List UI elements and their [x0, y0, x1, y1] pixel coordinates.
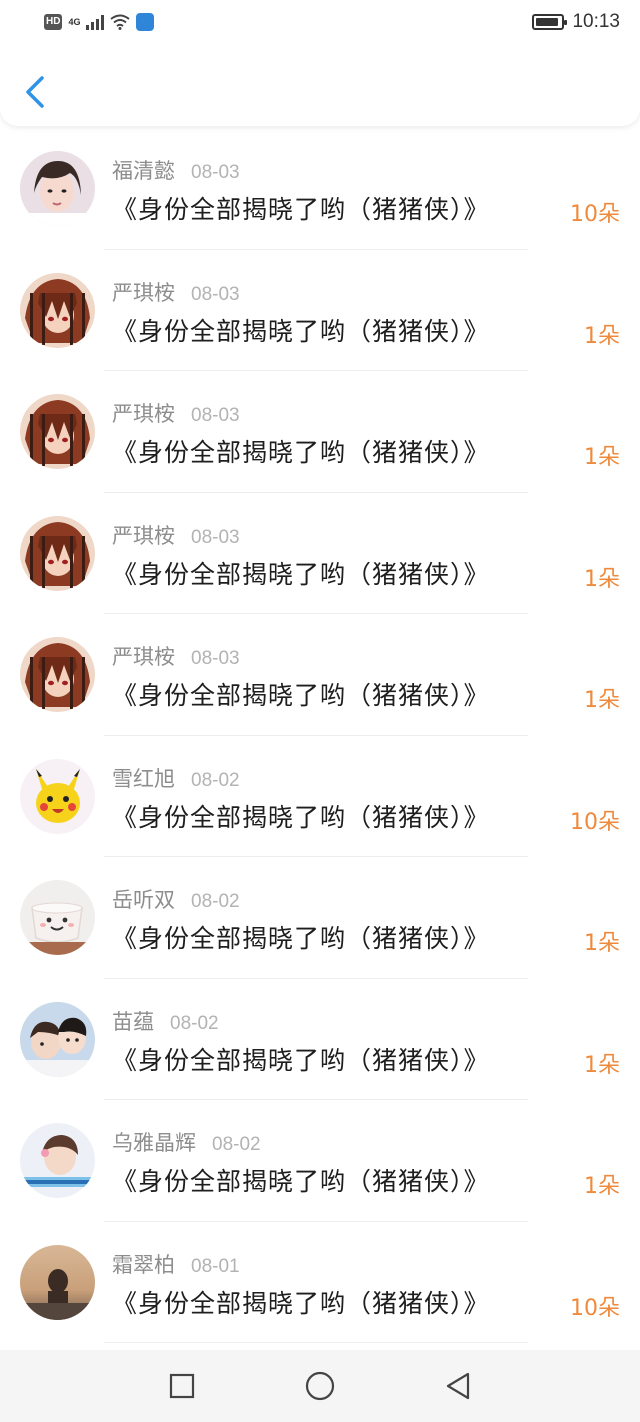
avatar[interactable] [20, 151, 95, 226]
user-name: 雪红旭 [112, 766, 175, 791]
flower-amount: 1朵 [584, 688, 620, 713]
triangle-back-icon [446, 1372, 470, 1400]
record-date: 08-03 [191, 162, 240, 183]
work-title: 《身份全部揭晓了哟（猪猪侠）》 [112, 924, 490, 953]
record-date: 08-02 [191, 891, 240, 912]
list-item[interactable]: 霜翠柏 08-01 《身份全部揭晓了哟（猪猪侠）》 10朵 [0, 1222, 640, 1343]
avatar[interactable] [20, 515, 95, 591]
list-item[interactable]: 严琪桉 08-03 《身份全部揭晓了哟（猪猪侠）》 1朵 [0, 614, 640, 736]
record-date: 08-01 [191, 1255, 240, 1277]
list-item[interactable]: 乌雅晶辉 08-02 《身份全部揭晓了哟（猪猪侠）》 1朵 [0, 1100, 640, 1222]
circle-icon [305, 1371, 335, 1401]
list-item[interactable]: 福清懿 08-03 《身份全部揭晓了哟（猪猪侠）》 10朵 [0, 128, 640, 250]
work-title: 《身份全部揭晓了哟（猪猪侠）》 [112, 802, 490, 832]
avatar[interactable] [20, 1001, 95, 1077]
flower-amount: 1朵 [584, 323, 620, 349]
back-button[interactable] [18, 72, 52, 112]
record-date: 08-02 [191, 769, 240, 791]
avatar[interactable] [20, 880, 95, 955]
work-title: 《身份全部揭晓了哟（猪猪侠）》 [112, 316, 490, 346]
app-notification-icon [136, 13, 155, 31]
flower-amount: 1朵 [584, 931, 620, 956]
avatar[interactable] [20, 1244, 95, 1320]
list-item[interactable]: 严琪桉 08-03 《身份全部揭晓了哟（猪猪侠）》 1朵 [0, 493, 640, 614]
user-meta: 严琪桉 08-03 [112, 641, 240, 671]
network-type: 4G [68, 16, 81, 27]
gift-record-list: 福清懿 08-03 《身份全部揭晓了哟（猪猪侠）》 10朵 严琪桉 08-03 … [0, 128, 640, 1343]
battery-level [536, 18, 559, 26]
user-meta: 岳听双 08-02 [112, 884, 240, 914]
chevron-left-icon [26, 76, 44, 108]
battery-icon [532, 14, 568, 30]
user-meta: 严琪桉 08-03 [112, 277, 240, 307]
status-bar: HD 4G 10:13 [0, 0, 640, 44]
list-item[interactable]: 严琪桉 08-03 《身份全部揭晓了哟（猪猪侠）》 1朵 [0, 250, 640, 371]
system-nav-bar [0, 1350, 640, 1422]
home-button[interactable] [304, 1370, 336, 1402]
record-date: 08-02 [212, 1134, 261, 1155]
avatar[interactable] [20, 758, 95, 834]
list-item[interactable]: 岳听双 08-02 《身份全部揭晓了哟（猪猪侠）》 1朵 [0, 857, 640, 979]
user-name: 岳听双 [112, 888, 175, 912]
square-icon [169, 1373, 195, 1399]
signal-icon [86, 14, 105, 30]
work-title: 《身份全部揭晓了哟（猪猪侠）》 [112, 1167, 490, 1196]
user-name: 福清懿 [112, 159, 175, 183]
flower-amount: 1朵 [584, 1052, 620, 1078]
work-title: 《身份全部揭晓了哟（猪猪侠）》 [112, 438, 490, 467]
work-title: 《身份全部揭晓了哟（猪猪侠）》 [112, 195, 490, 224]
user-name: 严琪桉 [112, 402, 175, 426]
user-meta: 霜翠柏 08-01 [112, 1249, 240, 1279]
avatar[interactable] [20, 1123, 95, 1198]
user-name: 乌雅晶辉 [112, 1131, 196, 1155]
work-title: 《身份全部揭晓了哟（猪猪侠）》 [112, 559, 490, 589]
avatar[interactable] [20, 272, 95, 348]
work-title: 《身份全部揭晓了哟（猪猪侠）》 [112, 681, 490, 710]
user-meta: 乌雅晶辉 08-02 [112, 1127, 261, 1157]
wifi-icon [110, 14, 131, 30]
list-item[interactable]: 严琪桉 08-03 《身份全部揭晓了哟（猪猪侠）》 1朵 [0, 371, 640, 493]
flower-amount: 1朵 [584, 1174, 620, 1199]
record-date: 08-02 [170, 1012, 219, 1034]
avatar[interactable] [20, 637, 95, 712]
list-item[interactable]: 苗蕴 08-02 《身份全部揭晓了哟（猪猪侠）》 1朵 [0, 979, 640, 1100]
flower-amount: 10朵 [570, 1295, 620, 1321]
record-date: 08-03 [191, 405, 240, 426]
record-date: 08-03 [191, 648, 240, 669]
flower-amount: 1朵 [584, 445, 620, 470]
avatar[interactable] [20, 394, 95, 469]
flower-amount: 10朵 [570, 809, 620, 835]
row-divider [104, 1342, 528, 1343]
user-meta: 严琪桉 08-03 [112, 520, 240, 550]
list-item[interactable]: 雪红旭 08-02 《身份全部揭晓了哟（猪猪侠）》 10朵 [0, 736, 640, 857]
user-meta: 福清懿 08-03 [112, 155, 240, 185]
record-date: 08-03 [191, 526, 240, 548]
user-meta: 苗蕴 08-02 [112, 1006, 219, 1036]
user-name: 苗蕴 [112, 1009, 154, 1034]
record-date: 08-03 [191, 283, 240, 305]
user-name: 霜翠柏 [112, 1252, 175, 1277]
user-name: 严琪桉 [112, 645, 175, 669]
user-meta: 雪红旭 08-02 [112, 763, 240, 793]
user-meta: 严琪桉 08-03 [112, 398, 240, 428]
flower-amount: 10朵 [570, 202, 620, 227]
user-name: 严琪桉 [112, 523, 175, 548]
recent-apps-button[interactable] [166, 1370, 198, 1402]
hd-icon: HD [44, 14, 63, 30]
nav-back-button[interactable] [442, 1370, 474, 1402]
work-title: 《身份全部揭晓了哟（猪猪侠）》 [112, 1288, 490, 1318]
work-title: 《身份全部揭晓了哟（猪猪侠）》 [112, 1045, 490, 1075]
flower-amount: 1朵 [584, 566, 620, 592]
user-name: 严琪桉 [112, 280, 175, 305]
clock: 10:13 [572, 11, 620, 32]
